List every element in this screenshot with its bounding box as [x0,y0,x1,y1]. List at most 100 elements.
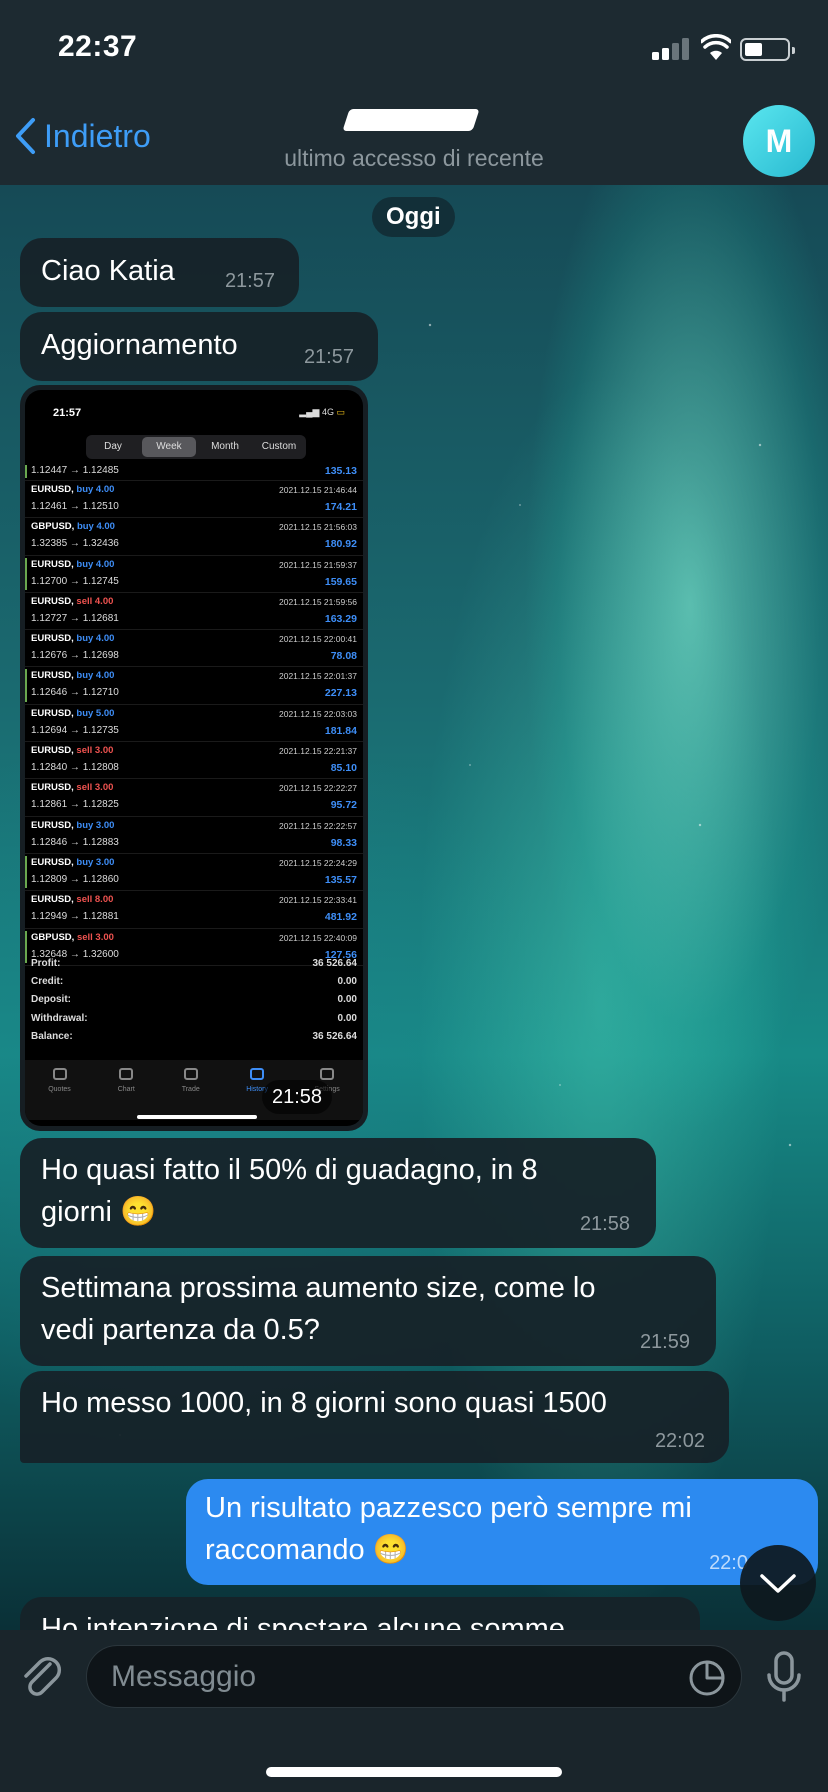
summary-value: 36 526.64 [312,1030,358,1042]
trade-symbol: EURUSD, buy 4.00 [31,558,115,570]
status-time: 22:37 [58,30,138,63]
trade-profit: 159.65 [324,575,357,588]
message-bubble[interactable]: Ciao Katia 21:57 [20,238,299,307]
message-text: Settimana prossima aumento size, come lo… [41,1272,596,1346]
message-bubble[interactable]: Settimana prossima aumento size, come lo… [20,1256,716,1366]
trade-date: 2021.12.15 22:03:03 [279,708,357,719]
microphone-icon[interactable] [764,1650,804,1704]
message-input[interactable] [111,1646,671,1707]
trade-profit: 174.21 [324,501,357,513]
image-message[interactable]: 21:57 ▂▄▆ 4G ▭ Day Week Month Custom 1.1… [20,385,368,1131]
message-time: 22:02 [654,1430,705,1452]
summary-label: Withdrawal: [31,1012,88,1024]
trade-symbol: EURUSD, sell 4.00 [31,595,114,607]
trade-prices: 1.12949 → 1.12881 [31,911,119,923]
status-bar: 22:37 [0,0,828,95]
trade-profit: 95.72 [330,799,357,812]
message-bubble[interactable]: Ho quasi fatto il 50% di guadagno, in 8g… [20,1138,656,1248]
screenshot-nav-item: Quotes [48,1060,71,1120]
cellular-signal-icon [652,38,692,60]
trade-symbol: EURUSD, sell 8.00 [31,894,114,906]
summary-row: Profit: 36 526.64 [31,958,357,976]
message-input-bar [0,1630,828,1792]
trade-list: 1.12447 → 1.12485 135.13 EURUSD, buy 4.0… [25,463,363,966]
message-time: 21:59 [639,1331,690,1353]
sticker-icon[interactable] [687,1658,727,1698]
settings-icon [320,1068,335,1080]
trade-date: 2021.12.15 21:59:37 [279,559,357,570]
paperclip-icon[interactable] [20,1652,64,1702]
trade-date: 2021.12.15 21:59:56 [279,596,357,607]
screenshot-nav-label: Trade [181,1086,200,1093]
trade-symbol: EURUSD, buy 4.00 [31,670,115,682]
message-bubble[interactable]: Ho messo 1000, in 8 giorni sono quasi 15… [20,1371,729,1463]
contact-name-redacted[interactable] [342,109,480,131]
trade-date: 2021.12.15 22:00:41 [279,634,357,645]
trade-date: 2021.12.15 22:21:37 [279,746,357,757]
trade-symbol: GBPUSD, buy 4.00 [31,521,115,533]
trade-date: 2021.12.15 22:40:09 [279,932,357,943]
trade-row: EURUSD, sell 4.00 2021.12.15 21:59:56 1.12… [25,593,363,631]
summary-value: 0.00 [337,994,357,1006]
trade-prices: 1.12700 → 1.12745 [31,575,119,587]
avatar[interactable]: M [743,105,815,177]
message-field[interactable] [86,1645,742,1708]
trade-symbol: EURUSD, buy 3.00 [31,819,115,831]
summary-label: Profit: [31,958,61,969]
summary-label: Balance: [31,1030,73,1042]
trade-prices: 1.12840 → 1.12808 [31,762,119,774]
last-seen-status: ultimo accesso di recente [284,145,544,171]
trade-prices: 1.12447 → 1.12485 [31,465,119,476]
trade-profit: 78.08 [330,650,357,663]
trade-profit: 181.84 [324,724,357,737]
wifi-icon [701,34,731,60]
summary-row: Balance: 36 526.64 [31,1031,357,1049]
scroll-down-button[interactable] [740,1545,816,1621]
summary-value: 0.00 [337,976,357,988]
message-bubble[interactable]: Aggiornamento 21:57 [20,312,378,381]
summary-label: Deposit: [31,994,71,1006]
screenshot-nav-label: Chart [117,1086,135,1093]
chat-header: Indietro ultimo accesso di recente M [0,95,828,185]
quotes-icon [52,1068,67,1080]
chevron-down-icon [760,1574,796,1593]
trade-prices: 1.32385 → 1.32436 [31,538,119,550]
trade-date: 2021.12.15 21:56:03 [279,522,357,533]
tab-month: Month [211,441,239,452]
screenshot-nav-label: Quotes [48,1086,71,1093]
trade-row: EURUSD, buy 4.00 2021.12.15 21:46:44 1.124… [25,481,363,519]
chart-icon [119,1068,134,1080]
trade-profit: 135.13 [324,465,357,477]
trade-symbol: EURUSD, buy 4.00 [31,633,115,645]
trade-date: 2021.12.15 22:24:29 [279,857,357,868]
message-text: Ho messo 1000, in 8 giorni sono quasi 15… [41,1387,607,1419]
trade-prices: 1.12861 → 1.12825 [31,799,119,811]
trade-row: EURUSD, buy 5.00 2021.12.15 22:03:03 1.126… [25,705,363,743]
trade-row: EURUSD, sell 3.00 2021.12.15 22:21:37 1.12… [25,742,363,780]
trade-row: GBPUSD, buy 4.00 2021.12.15 21:56:03 1.323… [25,518,363,556]
trade-row: EURUSD, buy 4.00 2021.12.15 22:00:41 1.126… [25,630,363,668]
trade-profit: 135.57 [324,873,357,886]
trade-profit: 163.29 [324,612,357,625]
trade-profit: 98.33 [330,836,357,849]
summary-value: 0.00 [337,1012,357,1024]
message-text: Aggiornamento [41,329,238,361]
tab-custom: Custom [261,441,297,452]
trade-symbol: EURUSD, buy 4.00 [31,484,115,495]
trade-symbol: EURUSD, sell 3.00 [31,745,114,757]
summary-label: Credit: [31,976,64,988]
summary-row: Deposit: 0.00 [31,994,357,1012]
summary-value: 36 526.64 [312,958,358,969]
trade-prices: 1.12676 → 1.12698 [31,650,119,662]
screenshot-status-time: 21:57 [53,407,82,419]
message-text: Ciao Katia [41,255,175,287]
trade-row: EURUSD, buy 3.00 2021.12.15 22:24:29 1.128… [25,854,363,892]
history-icon [250,1068,265,1080]
message-bubble-outgoing[interactable]: Un risultato pazzesco però sempre mi racc… [186,1479,818,1585]
trade-row: 1.12447 → 1.12485 135.13 [25,463,363,481]
battery-icon [740,38,795,61]
summary-row: Credit: 0.00 [31,976,357,994]
tab-day: Day [104,441,122,452]
trade-row: EURUSD, buy 4.00 2021.12.15 21:59:37 1.127… [25,556,363,593]
home-indicator [266,1767,562,1777]
